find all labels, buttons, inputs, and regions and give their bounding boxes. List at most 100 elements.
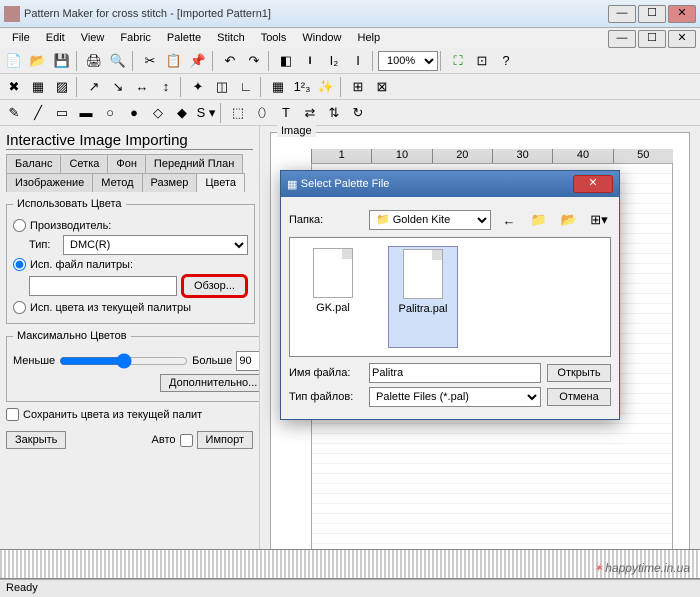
tab-image[interactable]: Изображение bbox=[6, 173, 93, 192]
wand-icon[interactable]: ✦ bbox=[187, 76, 209, 98]
help-icon[interactable]: ? bbox=[495, 50, 517, 72]
redo-icon[interactable]: ↷ bbox=[243, 50, 265, 72]
select-free-icon[interactable]: ⬯ bbox=[251, 102, 273, 124]
import-button[interactable]: Импорт bbox=[197, 431, 253, 449]
select-rect-icon[interactable]: ⬚ bbox=[227, 102, 249, 124]
tool-icon[interactable]: ↘ bbox=[107, 76, 129, 98]
zoom-combo[interactable]: 100% bbox=[378, 51, 438, 71]
type-select[interactable]: DMC(R) bbox=[63, 235, 248, 255]
mdi-close-button[interactable]: ✕ bbox=[668, 30, 696, 48]
center-icon[interactable]: ⊡ bbox=[471, 50, 493, 72]
menu-tools[interactable]: Tools bbox=[253, 30, 295, 46]
copy-icon[interactable]: 📋 bbox=[163, 50, 185, 72]
dialog-close-button[interactable]: ✕ bbox=[573, 175, 613, 193]
palette-icon[interactable]: ▦ bbox=[267, 76, 289, 98]
minimize-button[interactable]: — bbox=[608, 5, 636, 23]
tab-fg[interactable]: Передний План bbox=[145, 154, 243, 173]
tool-icon[interactable]: ↗ bbox=[83, 76, 105, 98]
newfolder-icon[interactable]: 📂 bbox=[558, 209, 580, 231]
rect-fill-icon[interactable]: ▬ bbox=[75, 102, 97, 124]
tool-icon[interactable]: ↕ bbox=[155, 76, 177, 98]
dialog-title: Select Palette File bbox=[301, 178, 573, 190]
max-colors-input[interactable] bbox=[236, 351, 260, 371]
nogrid-icon[interactable]: ⊠ bbox=[371, 76, 393, 98]
tool-icon[interactable]: ▨ bbox=[51, 76, 73, 98]
file-item[interactable]: GK.pal bbox=[298, 246, 368, 348]
menu-fabric[interactable]: Fabric bbox=[112, 30, 159, 46]
color-icon[interactable]: ◧ bbox=[275, 50, 297, 72]
tool-icon[interactable]: ▦ bbox=[27, 76, 49, 98]
radio-manufacturer[interactable] bbox=[13, 219, 26, 232]
draw-icon[interactable]: ✎ bbox=[3, 102, 25, 124]
status-bar: Ready bbox=[0, 579, 700, 597]
number-icon[interactable]: 1²₃ bbox=[291, 76, 313, 98]
line-icon[interactable]: ╱ bbox=[27, 102, 49, 124]
menu-view[interactable]: View bbox=[73, 30, 113, 46]
open-icon[interactable]: 📂 bbox=[27, 50, 49, 72]
fill-icon[interactable]: ◆ bbox=[171, 102, 193, 124]
file-list[interactable]: GK.pal Palitra.pal bbox=[289, 237, 611, 357]
mdi-minimize-button[interactable]: — bbox=[608, 30, 636, 48]
sparkle-icon[interactable]: ✨ bbox=[315, 76, 337, 98]
close-button[interactable]: ✕ bbox=[668, 5, 696, 23]
maximize-button[interactable]: ☐ bbox=[638, 5, 666, 23]
grid-icon[interactable]: ⊞ bbox=[347, 76, 369, 98]
folder-select[interactable]: 📁 Golden Kite bbox=[369, 210, 491, 230]
file-item[interactable]: Palitra.pal bbox=[388, 246, 458, 348]
ellipse-icon[interactable]: ○ bbox=[99, 102, 121, 124]
filetype-select[interactable]: Palette Files (*.pal) bbox=[369, 387, 541, 407]
tool-icon[interactable]: ◫ bbox=[211, 76, 233, 98]
tab-size[interactable]: Размер bbox=[142, 173, 198, 192]
save-icon[interactable]: 💾 bbox=[51, 50, 73, 72]
filename-input[interactable] bbox=[369, 363, 541, 383]
rotate-icon[interactable]: ↻ bbox=[347, 102, 369, 124]
tab-balance[interactable]: Баланс bbox=[6, 154, 61, 173]
max-colors-slider[interactable] bbox=[59, 353, 188, 369]
close-panel-button[interactable]: Закрыть bbox=[6, 431, 66, 449]
paste-icon[interactable]: 📌 bbox=[187, 50, 209, 72]
preview-icon[interactable]: 🔍 bbox=[107, 50, 129, 72]
save-colors-checkbox[interactable] bbox=[6, 408, 19, 421]
bold-icon[interactable]: I bbox=[299, 50, 321, 72]
tab-grid[interactable]: Сетка bbox=[60, 154, 108, 173]
text-icon[interactable]: I bbox=[347, 50, 369, 72]
tool-icon[interactable]: ↔ bbox=[131, 76, 153, 98]
up-icon[interactable]: 📁 bbox=[528, 209, 550, 231]
advanced-button[interactable]: Дополнительно... bbox=[160, 374, 260, 392]
mdi-restore-button[interactable]: ☐ bbox=[638, 30, 666, 48]
radio-palette-file[interactable] bbox=[13, 258, 26, 271]
flip-v-icon[interactable]: ⇅ bbox=[323, 102, 345, 124]
subscript-icon[interactable]: I₂ bbox=[323, 50, 345, 72]
text-tool-icon[interactable]: T bbox=[275, 102, 297, 124]
open-button[interactable]: Открыть bbox=[547, 364, 611, 382]
menu-window[interactable]: Window bbox=[294, 30, 349, 46]
browse-button[interactable]: Обзор... bbox=[181, 274, 248, 298]
file-icon bbox=[403, 249, 443, 299]
auto-checkbox[interactable] bbox=[180, 434, 193, 447]
ellipse-fill-icon[interactable]: ● bbox=[123, 102, 145, 124]
poly-icon[interactable]: ◇ bbox=[147, 102, 169, 124]
menu-palette[interactable]: Palette bbox=[159, 30, 209, 46]
cut-icon[interactable]: ✂ bbox=[139, 50, 161, 72]
fit-icon[interactable]: ⛶ bbox=[447, 50, 469, 72]
tab-method[interactable]: Метод bbox=[92, 173, 142, 192]
tab-bg[interactable]: Фон bbox=[107, 154, 146, 173]
menu-help[interactable]: Help bbox=[350, 30, 389, 46]
menu-edit[interactable]: Edit bbox=[38, 30, 73, 46]
cancel-button[interactable]: Отмена bbox=[547, 388, 611, 406]
print-icon[interactable]: 🖨 bbox=[83, 50, 105, 72]
palette-path-input[interactable] bbox=[29, 276, 177, 296]
pointer-icon[interactable]: ✖ bbox=[3, 76, 25, 98]
undo-icon[interactable]: ↶ bbox=[219, 50, 241, 72]
tool-icon[interactable]: ∟ bbox=[235, 76, 257, 98]
flip-h-icon[interactable]: ⇄ bbox=[299, 102, 321, 124]
menu-stitch[interactable]: Stitch bbox=[209, 30, 253, 46]
back-icon[interactable]: ← bbox=[498, 209, 520, 231]
view-icon[interactable]: ⊞▾ bbox=[588, 209, 610, 231]
radio-current-palette[interactable] bbox=[13, 301, 26, 314]
new-icon[interactable]: 📄 bbox=[3, 50, 25, 72]
rect-icon[interactable]: ▭ bbox=[51, 102, 73, 124]
curve-icon[interactable]: S ▾ bbox=[195, 102, 217, 124]
tab-colors[interactable]: Цвета bbox=[196, 173, 245, 192]
menu-file[interactable]: File bbox=[4, 30, 38, 46]
